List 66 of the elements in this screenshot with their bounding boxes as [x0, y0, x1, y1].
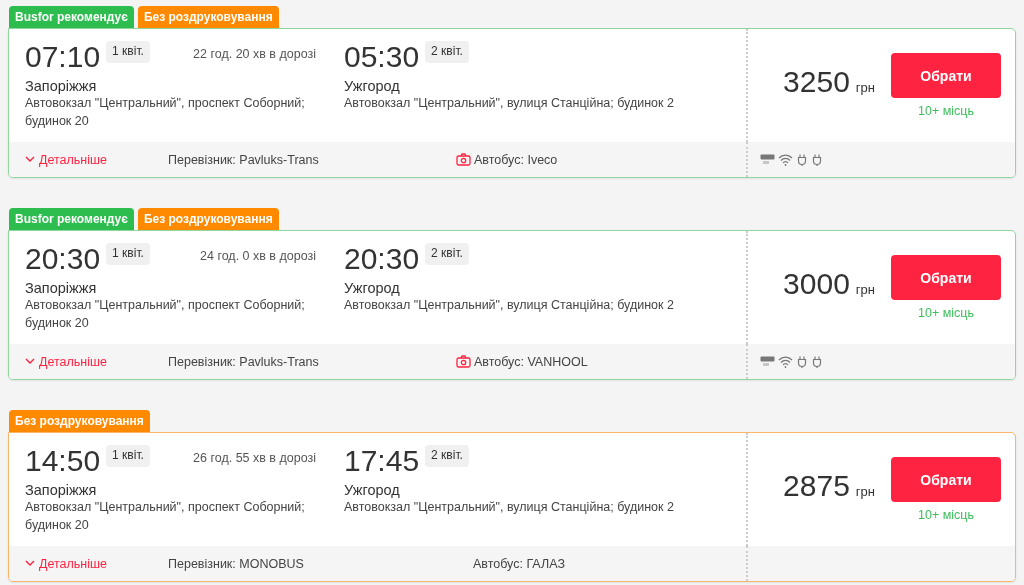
date-badge: 1 квіт. [106, 243, 150, 265]
camera-icon[interactable] [456, 355, 471, 368]
seats-available: 10+ місць [918, 508, 974, 522]
station-address: Автовокзал "Центральний", проспект Соборний; будинок 20 [25, 95, 306, 130]
duration: 26 год. 55 хв в дорозі [193, 451, 317, 465]
tag: Без роздруковування [137, 208, 279, 230]
wifi-icon [778, 355, 793, 368]
duration: 22 год. 20 хв в дорозі [193, 47, 317, 61]
date-badge: 2 квіт. [425, 41, 469, 63]
tag: Без роздруковування [9, 410, 150, 432]
air-conditioner-icon [760, 356, 775, 367]
price: 3250 [783, 65, 850, 99]
bus-model: Автобус: Iveco [474, 152, 558, 167]
time: 07:10 [25, 39, 101, 75]
time: 17:45 [344, 443, 420, 479]
station-address: Автовокзал "Центральний", проспект Соборний; будинок 20 [25, 499, 306, 534]
currency: грн [855, 484, 875, 499]
city: Ужгород [344, 280, 401, 296]
city: Ужгород [344, 78, 401, 94]
station-address: Автовокзал "Центральний", вулиця Станційна; будинок 2 [344, 499, 675, 516]
plug-icon [796, 355, 808, 368]
wifi-icon [778, 153, 793, 166]
price: 2875 [783, 469, 850, 503]
tag: Busfor рекомендує [9, 208, 134, 230]
date-badge: 2 квіт. [425, 243, 469, 265]
camera-icon[interactable] [456, 153, 471, 166]
city: Запоріжжя [25, 78, 98, 94]
station-address: Автовокзал "Центральний", вулиця Станційна; будинок 2 [344, 297, 675, 314]
duration: 24 год. 0 хв в дорозі [200, 249, 317, 263]
chevron-down-icon [25, 156, 35, 163]
time: 05:30 [344, 39, 420, 75]
price: 3000 [783, 267, 850, 301]
date-badge: 2 квіт. [425, 445, 469, 467]
tag: Busfor рекомендує [9, 6, 134, 28]
details-link[interactable]: Детальніше [25, 354, 168, 369]
air-conditioner-icon [760, 154, 775, 165]
date-badge: 1 квіт. [106, 445, 150, 467]
station-address: Автовокзал "Центральний", проспект Соборний; будинок 20 [25, 297, 306, 332]
details-link[interactable]: Детальніше [25, 556, 168, 571]
bus-model: Автобус: VANHOOL [474, 354, 588, 369]
date-badge: 1 квіт. [106, 41, 150, 63]
seats-available: 10+ місць [918, 104, 974, 118]
currency: грн [855, 80, 875, 95]
city: Запоріжжя [25, 280, 98, 296]
time: 20:30 [25, 241, 101, 277]
carrier: Перевізник: MONOBUS [168, 556, 305, 571]
seats-available: 10+ місць [918, 306, 974, 320]
city: Ужгород [344, 482, 401, 498]
city: Запоріжжя [25, 482, 98, 498]
currency: грн [855, 282, 875, 297]
time: 20:30 [344, 241, 420, 277]
select-button[interactable]: Обрати [891, 255, 1001, 300]
select-button[interactable]: Обрати [891, 457, 1001, 502]
chevron-down-icon [25, 560, 35, 567]
carrier: Перевізник: Pavluks-Trans [168, 152, 320, 167]
carrier: Перевізник: Pavluks-Trans [168, 354, 320, 369]
plug-icon [811, 355, 823, 368]
plug-icon [796, 153, 808, 166]
chevron-down-icon [25, 358, 35, 365]
station-address: Автовокзал "Центральний", вулиця Станційна; будинок 2 [344, 95, 675, 112]
bus-model: Автобус: ГАЛАЗ [473, 556, 565, 571]
details-link[interactable]: Детальніше [25, 152, 168, 167]
tag: Без роздруковування [137, 6, 279, 28]
plug-icon [811, 153, 823, 166]
time: 14:50 [25, 443, 101, 479]
select-button[interactable]: Обрати [891, 53, 1001, 98]
